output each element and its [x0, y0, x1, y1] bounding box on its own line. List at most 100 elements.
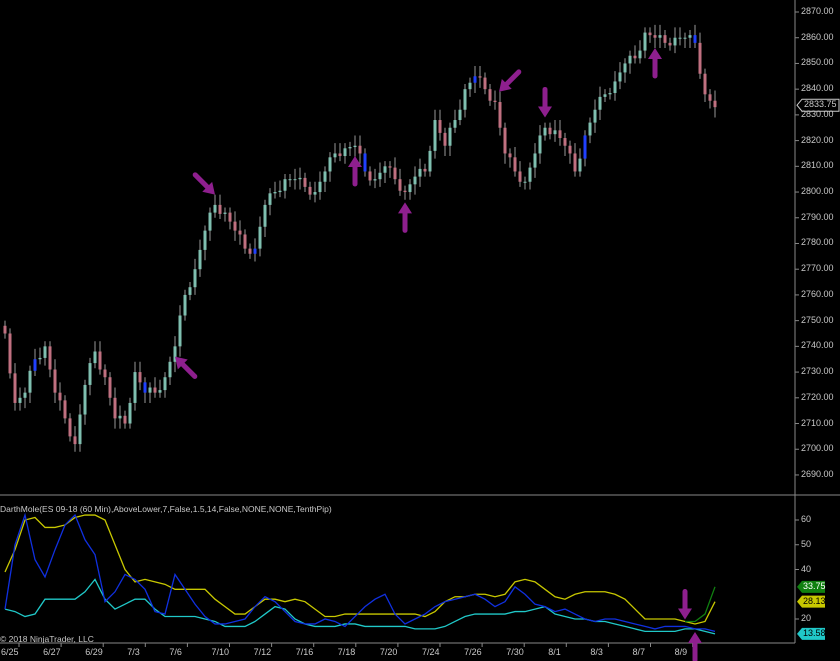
date-label: 7/30 [506, 647, 524, 657]
candle-body [373, 179, 377, 181]
candle-body [293, 179, 297, 181]
price-tick-label: 2690.00 [801, 468, 834, 479]
candle-body [603, 94, 607, 97]
candle-body [248, 248, 252, 254]
candle-body [393, 167, 397, 180]
candle-body [228, 212, 232, 222]
price-tick-label: 2730.00 [801, 366, 834, 377]
candle-body [658, 35, 662, 38]
candle-body [548, 127, 552, 135]
candle-body [253, 248, 257, 254]
candle-body [278, 190, 282, 193]
candle-body [68, 418, 72, 437]
candle-body [273, 192, 277, 194]
price-tick-label: 2850.00 [801, 57, 834, 68]
candle-body [93, 351, 97, 364]
annotation-arrow-head [398, 202, 412, 214]
candle-body [563, 138, 567, 146]
candle-body [98, 351, 102, 370]
candle-body [598, 96, 602, 110]
indicator-line-yellow [4, 514, 716, 625]
candle-body [533, 153, 537, 168]
candle-body [268, 193, 272, 205]
indicator-title: DarthMole(ES 09-18 (60 Min),AboveLower,7… [0, 504, 332, 514]
candle-body [473, 76, 477, 83]
candle-body [3, 325, 7, 334]
candle-body [8, 333, 12, 374]
candle-body [213, 204, 217, 213]
candle-body [508, 153, 512, 158]
candle-body [648, 32, 652, 36]
candle-body [143, 382, 147, 393]
price-tick-label: 2750.00 [801, 314, 834, 325]
candle-body [78, 414, 82, 445]
candle-body [48, 346, 52, 370]
candle-body [513, 157, 517, 172]
candle-body [518, 171, 522, 182]
date-label: 7/3 [127, 647, 140, 657]
candle-body [698, 42, 702, 74]
candle-body [618, 72, 622, 82]
candle-body [283, 179, 287, 191]
price-tick-label: 2840.00 [801, 83, 834, 94]
date-label: 8/9 [674, 647, 688, 657]
candle-body [108, 377, 112, 398]
candle-body [53, 369, 57, 393]
candle-body [628, 55, 632, 64]
candle-body [288, 179, 292, 181]
candle-body [178, 315, 182, 347]
candle-body [703, 73, 707, 95]
candle-body [458, 109, 462, 121]
date-label: 7/6 [169, 647, 182, 657]
candle-body [678, 37, 682, 39]
candle-body [73, 436, 77, 445]
candle-body [333, 153, 337, 158]
candle-body [498, 102, 502, 128]
candle-body [413, 176, 417, 185]
date-label: 6/25 [1, 647, 19, 657]
candle-body [463, 89, 467, 110]
candle-body [673, 37, 677, 46]
candle-body [148, 387, 152, 393]
candle-body [158, 390, 162, 393]
last-price-label: 2833.75 [804, 99, 837, 110]
candle-body [368, 171, 372, 181]
candle-body [58, 392, 62, 401]
candle-body [138, 372, 142, 383]
candle-body [608, 93, 612, 95]
price-tick-label: 2770.00 [801, 263, 834, 274]
candle-body [363, 153, 367, 172]
date-label: 7/20 [379, 647, 398, 657]
candle-body [468, 82, 472, 90]
candle-body [688, 35, 692, 38]
candle-body [588, 122, 592, 136]
candle-body [188, 287, 192, 295]
candle-body [453, 120, 457, 128]
price-tick-label: 2720.00 [801, 391, 834, 402]
candle-body [13, 373, 17, 403]
candle-body [388, 166, 392, 168]
price-chart[interactable] [0, 0, 840, 661]
candle-body [323, 171, 327, 182]
candle-body [483, 77, 487, 90]
candle-body [538, 135, 542, 154]
candle-body [408, 184, 412, 193]
date-label: 8/7 [632, 647, 646, 657]
candle-body [103, 369, 107, 378]
indicator-line-cyan [4, 578, 716, 635]
candle-body [313, 192, 317, 195]
candle-body [553, 130, 557, 135]
candle-body [243, 234, 247, 249]
candle-body [308, 186, 312, 195]
candle-body [123, 415, 127, 424]
candle-body [128, 402, 132, 424]
candle-body [478, 76, 482, 78]
candle-body [623, 63, 627, 73]
price-tick-label: 2830.00 [801, 108, 834, 119]
candle-body [378, 172, 382, 180]
candle-body [633, 55, 637, 59]
price-tick-label: 2790.00 [801, 211, 834, 222]
candle-body [403, 190, 407, 193]
candle-body [573, 153, 577, 172]
candle-body [198, 249, 202, 270]
